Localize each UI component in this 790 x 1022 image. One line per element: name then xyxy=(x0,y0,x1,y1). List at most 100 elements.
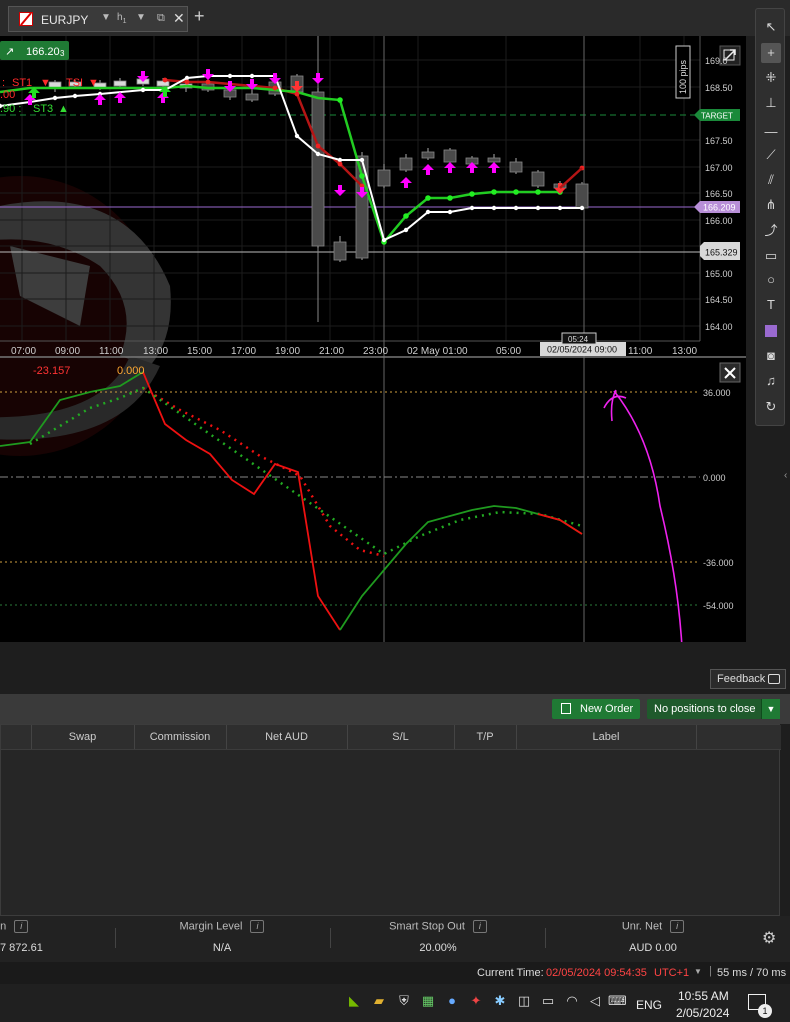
tsi-dot xyxy=(315,151,321,157)
price-tick-label: 169.0 xyxy=(705,56,728,66)
col-commission[interactable]: Commission xyxy=(134,725,227,749)
unrealized-net-value: AUD 0.00 xyxy=(629,942,677,954)
fibonacci-icon[interactable]: ⫽ xyxy=(761,170,781,190)
volume-icon[interactable]: ◁ xyxy=(586,992,604,1010)
timezone[interactable]: UTC+1 xyxy=(654,967,689,979)
tab-bar: EURJPY ▼ h1 ▼ ⧉ ✕ + xyxy=(0,0,790,36)
app-icon[interactable]: ✦ xyxy=(467,992,485,1010)
price-badge[interactable]: ↗ 166.20 3 xyxy=(0,41,69,60)
legend-truncated-2: .90 : xyxy=(0,103,21,115)
popout-icon[interactable]: ⧉ xyxy=(157,12,165,25)
globe-icon[interactable]: ● xyxy=(443,992,461,1010)
chart-area[interactable]: ↗ 166.20 3 : ST1 ▼ TSI ▼ .00 .90 : ST3 ▲… xyxy=(0,36,746,642)
tsi-dot xyxy=(557,205,563,211)
camera-icon[interactable]: ◙ xyxy=(761,346,781,366)
new-order-icon xyxy=(561,703,571,714)
candle-body xyxy=(113,80,127,87)
rectangle-icon[interactable]: ▭ xyxy=(761,246,781,266)
info-icon[interactable]: i xyxy=(14,920,29,933)
windows-taskbar: ◣ ▰ ⛨ ▦ ● ✦ ✱ ◫ ▭ ◠ ◁ ⌨ ENG 10:55 AM 2/0… xyxy=(0,984,790,1022)
tsi-dot xyxy=(469,205,475,211)
add-tab-icon[interactable]: + xyxy=(194,6,205,27)
language-indicator[interactable]: ENG xyxy=(636,998,662,1012)
legend-st3: ST3 xyxy=(33,103,53,115)
color-picker-icon[interactable] xyxy=(761,320,781,340)
app-grid-icon[interactable]: ▦ xyxy=(419,992,437,1010)
svg-text:166.209: 166.209 xyxy=(703,203,736,213)
pitchfork-icon[interactable]: ⋔ xyxy=(761,195,781,215)
col-tp[interactable]: T/P xyxy=(454,725,517,749)
new-order-button[interactable]: New Order xyxy=(552,699,640,719)
time-tick-label: 02 May 01:00 xyxy=(407,346,468,357)
pips-ruler[interactable]: 100 pips xyxy=(675,45,691,99)
trend-line-icon[interactable]: ⟋ xyxy=(761,145,781,165)
wifi-icon[interactable]: ◠ xyxy=(563,992,581,1010)
time-tick-label: 19:00 xyxy=(275,346,300,357)
col-net-aud[interactable]: Net AUD xyxy=(226,725,348,749)
unrealized-net-label: Unr. Net i xyxy=(553,920,753,933)
timezone-dropdown-icon[interactable]: ▼ xyxy=(694,967,702,976)
bluetooth-icon[interactable]: ✱ xyxy=(491,992,509,1010)
keyboard-icon[interactable]: ⌨ xyxy=(608,992,627,1010)
price-badge-value: 166.20 xyxy=(26,46,60,58)
price-tag-crosshair: 165.329 xyxy=(700,242,740,260)
nvidia-icon[interactable]: ◣ xyxy=(345,992,363,1010)
st3-dot xyxy=(403,213,409,219)
replay-icon[interactable]: ↻ xyxy=(761,397,781,417)
close-tab-icon[interactable]: ✕ xyxy=(173,10,185,27)
st1-dot xyxy=(337,161,343,167)
candle-body xyxy=(509,161,523,173)
info-icon[interactable]: i xyxy=(250,920,265,933)
text-icon[interactable]: T xyxy=(761,295,781,315)
battery-icon[interactable]: ▭ xyxy=(539,992,557,1010)
crosshair-dotted-icon[interactable]: ⁜ xyxy=(761,68,781,88)
tsi-dot xyxy=(425,209,431,215)
crosshair-icon[interactable]: + xyxy=(761,43,781,63)
info-icon[interactable]: i xyxy=(670,920,685,933)
col-sl[interactable]: S/L xyxy=(347,725,455,749)
feedback-button[interactable]: Feedback xyxy=(710,669,786,689)
osc-tick-label: 0.000 xyxy=(703,473,726,483)
tsi-dot xyxy=(184,75,190,81)
pointer-icon[interactable]: ↖ xyxy=(761,17,781,37)
st3-dot xyxy=(425,195,431,201)
close-positions-dropdown-icon[interactable]: ▼ xyxy=(761,699,780,719)
time-tick-label: 13:00 xyxy=(143,346,168,357)
close-positions-button[interactable]: No positions to close xyxy=(647,699,761,719)
timeframe-selector[interactable]: h1 xyxy=(117,12,126,25)
st1-dot xyxy=(315,143,321,149)
clock-date[interactable]: 2/05/2024 xyxy=(676,1006,729,1020)
chart-tab[interactable]: EURJPY ▼ h1 ▼ ⧉ ✕ xyxy=(8,6,188,32)
gear-icon[interactable]: ⚙ xyxy=(762,928,776,948)
tab-symbol: EURJPY xyxy=(41,13,89,27)
clock-time[interactable]: 10:55 AM xyxy=(678,989,729,1003)
symbol-dropdown-icon[interactable]: ▼ xyxy=(101,12,111,23)
tsi-dot xyxy=(513,205,519,211)
tsi-dot xyxy=(535,205,541,211)
col-swap[interactable]: Swap xyxy=(31,725,135,749)
osc-tick-label: -54.000 xyxy=(703,601,734,611)
time-tick-label: 17:00 xyxy=(231,346,256,357)
close-pane-icon[interactable] xyxy=(719,362,741,383)
margin-value: 7 872.61 xyxy=(0,942,43,954)
horizontal-line-icon[interactable]: — xyxy=(761,122,781,142)
toolbar-collapse-icon[interactable]: ‹ xyxy=(784,470,787,481)
tsi-dot xyxy=(447,209,453,215)
countdown-tag: 05:24 xyxy=(561,332,597,345)
camera-app-icon[interactable]: ◫ xyxy=(515,992,533,1010)
timeframe-dropdown-icon[interactable]: ▼ xyxy=(136,12,146,23)
st3-dot xyxy=(513,189,519,195)
candle-body xyxy=(311,91,325,247)
shield-icon[interactable]: ⛨ xyxy=(395,992,413,1010)
folder-icon[interactable]: ▰ xyxy=(370,992,388,1010)
measure-icon[interactable]: ⊥ xyxy=(761,93,781,113)
pattern-icon[interactable]: ⤴ xyxy=(761,221,781,241)
info-icon[interactable]: i xyxy=(472,920,487,933)
smart-stop-out-value: 20.00% xyxy=(419,942,457,954)
legend-st3-arrow: ▲ xyxy=(58,103,69,115)
candle-body xyxy=(333,241,347,261)
svg-text:↗: ↗ xyxy=(5,46,14,58)
col-label[interactable]: Label xyxy=(516,725,697,749)
circle-icon[interactable]: ○ xyxy=(761,270,781,290)
alert-bell-icon[interactable]: ♫ xyxy=(761,371,781,391)
